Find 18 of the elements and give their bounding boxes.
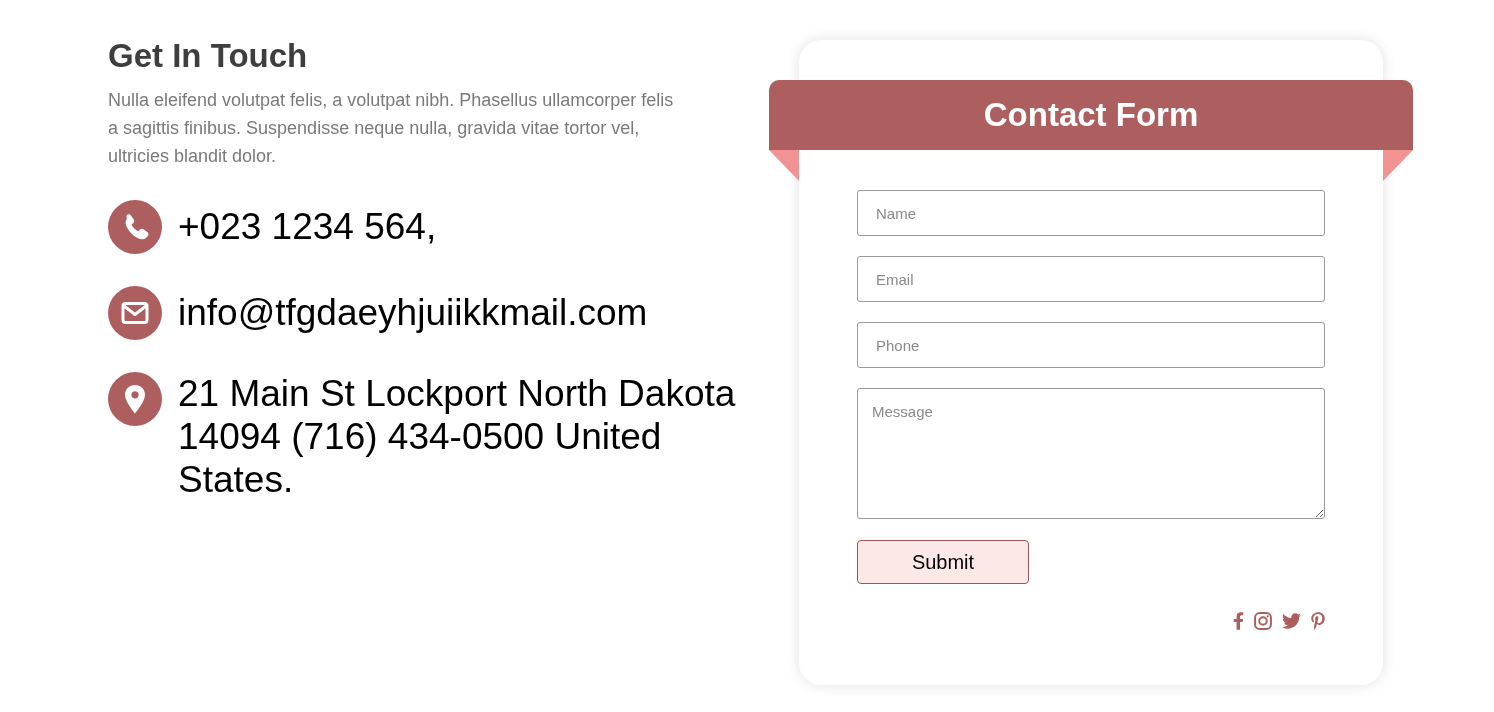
location-pin-icon	[108, 372, 162, 426]
submit-button[interactable]: Submit	[857, 540, 1029, 584]
section-heading: Get In Touch	[108, 38, 308, 74]
form-title: Contact Form	[983, 96, 1199, 134]
phone-number: +023 1234 564,	[178, 205, 438, 248]
postal-address: 21 Main St Lockport North Dakota 14094 (716) 434-0500 United States.	[178, 372, 737, 501]
text-input-field[interactable]: Email	[857, 256, 1325, 302]
pinterest-icon[interactable]	[1311, 612, 1325, 630]
facebook-icon[interactable]	[1233, 612, 1244, 630]
email-address: info@tfgdaeyhjuiikkmail.com	[178, 291, 649, 334]
envelope-icon	[108, 286, 162, 340]
phone-icon	[108, 200, 162, 254]
text-input-field[interactable]: Phone	[857, 322, 1325, 368]
intro-paragraph: Nulla eleifend volutpat felis, a volutpat nibh. Phasellus ullamcorper felis a sagittis finibus. Suspendisse neque nulla, gravida vitae tortor vel, ultricies blandit dolor.	[108, 89, 675, 168]
twitter-icon[interactable]	[1282, 613, 1301, 629]
message-field[interactable]: Message	[857, 388, 1325, 519]
text-input-field[interactable]: Name	[857, 190, 1325, 236]
instagram-icon[interactable]	[1254, 612, 1272, 630]
